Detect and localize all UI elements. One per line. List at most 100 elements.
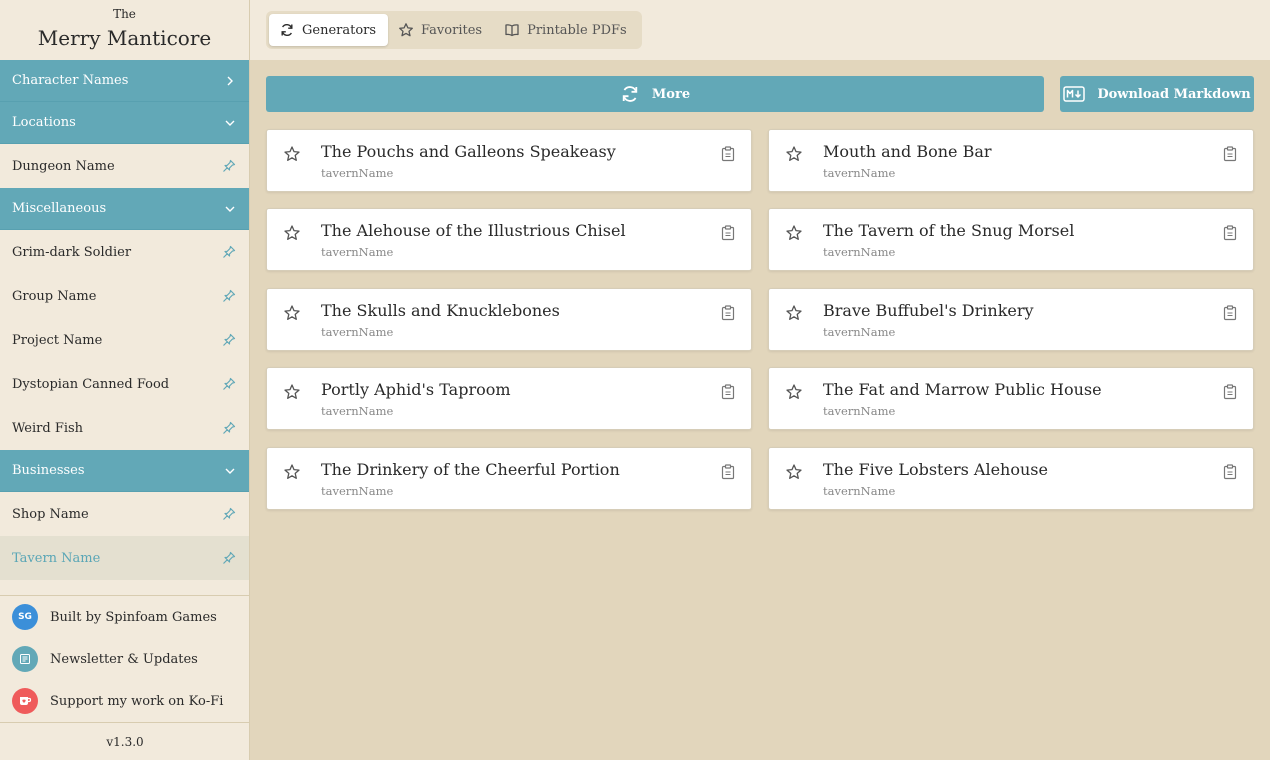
star-icon[interactable] [283, 145, 301, 163]
result-name: Portly Aphid's Taproom [321, 380, 511, 399]
pin-icon[interactable] [221, 158, 237, 174]
result-type: tavernName [823, 325, 896, 339]
book-icon [505, 24, 519, 37]
tab-label: Printable PDFs [527, 22, 627, 38]
result-card[interactable]: The Drinkery of the Cheerful Portion tav… [266, 447, 752, 510]
result-card[interactable]: The Five Lobsters Alehouse tavernName [768, 447, 1254, 510]
sidebar-footer: SG Built by Spinfoam Games Newsletter & … [0, 595, 250, 722]
star-icon[interactable] [283, 463, 301, 481]
section-label: Businesses [12, 463, 85, 478]
star-icon[interactable] [283, 304, 301, 322]
footer-link-label: Built by Spinfoam Games [50, 609, 217, 625]
download-markdown-button[interactable]: Download Markdown [1060, 76, 1254, 112]
sidebar-item-label: Weird Fish [12, 420, 84, 436]
star-icon[interactable] [283, 383, 301, 401]
result-type: tavernName [823, 404, 896, 418]
star-icon[interactable] [785, 463, 803, 481]
clipboard-icon[interactable] [721, 464, 735, 480]
section-character-names[interactable]: Character Names [0, 60, 249, 102]
clipboard-icon[interactable] [721, 146, 735, 162]
pin-icon[interactable] [221, 506, 237, 522]
chevron-down-icon [223, 202, 237, 216]
pin-icon[interactable] [221, 420, 237, 436]
star-icon[interactable] [785, 304, 803, 322]
pin-icon[interactable] [221, 550, 237, 566]
sidebar-item-project-name[interactable]: Project Name [0, 318, 249, 362]
result-card[interactable]: Mouth and Bone Bar tavernName [768, 129, 1254, 192]
star-icon[interactable] [283, 224, 301, 242]
more-button[interactable]: More [266, 76, 1044, 112]
result-type: tavernName [321, 245, 394, 259]
clipboard-icon[interactable] [1223, 225, 1237, 241]
result-name: The Drinkery of the Cheerful Portion [321, 460, 620, 479]
newsletter-icon [12, 646, 38, 672]
tab-printable-pdfs[interactable]: Printable PDFs [494, 14, 639, 46]
result-type: tavernName [321, 484, 394, 498]
result-card[interactable]: The Pouchs and Galleons Speakeasy tavern… [266, 129, 752, 192]
view-tabs: Generators Favorites Printable PDFs [266, 11, 642, 49]
star-icon[interactable] [785, 224, 803, 242]
section-miscellaneous[interactable]: Miscellaneous [0, 188, 249, 230]
chevron-down-icon [223, 464, 237, 478]
clipboard-icon[interactable] [1223, 384, 1237, 400]
section-locations[interactable]: Locations [0, 102, 249, 144]
result-name: The Five Lobsters Alehouse [823, 460, 1048, 479]
sidebar-item-tavern-name[interactable]: Tavern Name [0, 536, 249, 580]
pin-icon[interactable] [221, 332, 237, 348]
result-type: tavernName [321, 404, 394, 418]
footer-link-label: Newsletter & Updates [50, 651, 198, 667]
result-type: tavernName [823, 166, 896, 180]
chevron-down-icon [223, 116, 237, 130]
result-card[interactable]: Brave Buffubel's Drinkery tavernName [768, 288, 1254, 351]
sidebar-item-dungeon-name[interactable]: Dungeon Name [0, 144, 249, 188]
result-type: tavernName [321, 166, 394, 180]
pin-icon[interactable] [221, 244, 237, 260]
clipboard-icon[interactable] [721, 384, 735, 400]
result-name: Brave Buffubel's Drinkery [823, 301, 1034, 320]
star-icon[interactable] [785, 145, 803, 163]
result-card[interactable]: Portly Aphid's Taproom tavernName [266, 367, 752, 430]
sidebar-item-grim-dark-soldier[interactable]: Grim-dark Soldier [0, 230, 249, 274]
result-name: The Tavern of the Snug Morsel [823, 221, 1075, 240]
result-name: Mouth and Bone Bar [823, 142, 992, 161]
star-icon[interactable] [785, 383, 803, 401]
footer-link-label: Support my work on Ko-Fi [50, 693, 224, 709]
result-type: tavernName [321, 325, 394, 339]
brand-prefix: The [113, 7, 136, 21]
clipboard-icon[interactable] [1223, 464, 1237, 480]
result-type: tavernName [823, 245, 896, 259]
markdown-icon [1063, 86, 1086, 102]
tab-favorites[interactable]: Favorites [388, 14, 494, 46]
sidebar-item-group-name[interactable]: Group Name [0, 274, 249, 318]
newsletter-link[interactable]: Newsletter & Updates [0, 638, 250, 680]
section-businesses[interactable]: Businesses [0, 450, 249, 492]
kofi-link[interactable]: Support my work on Ko-Fi [0, 680, 250, 722]
spinfoam-link[interactable]: SG Built by Spinfoam Games [0, 596, 250, 638]
clipboard-icon[interactable] [1223, 146, 1237, 162]
result-card[interactable]: The Fat and Marrow Public House tavernNa… [768, 367, 1254, 430]
result-name: The Pouchs and Galleons Speakeasy [321, 142, 616, 161]
brand-name: Merry Manticore [37, 26, 212, 50]
result-card[interactable]: The Alehouse of the Illustrious Chisel t… [266, 208, 752, 271]
clipboard-icon[interactable] [721, 305, 735, 321]
download-button-label: Download Markdown [1097, 86, 1251, 102]
star-icon [399, 23, 413, 37]
result-card[interactable]: The Tavern of the Snug Morsel tavernName [768, 208, 1254, 271]
section-label: Miscellaneous [12, 201, 107, 216]
clipboard-icon[interactable] [721, 225, 735, 241]
sidebar-item-label: Group Name [12, 288, 97, 304]
brand[interactable]: The Merry Manticore [0, 0, 249, 60]
tab-generators[interactable]: Generators [269, 14, 389, 46]
result-card[interactable]: The Skulls and Knucklebones tavernName [266, 288, 752, 351]
clipboard-icon[interactable] [1223, 305, 1237, 321]
top-bar: Generators Favorites Printable PDFs [250, 0, 1270, 60]
sidebar-item-label: Dungeon Name [12, 158, 115, 174]
version-label: v1.3.0 [0, 722, 250, 760]
sidebar-item-label: Dystopian Canned Food [12, 376, 170, 392]
sidebar-item-dystopian-canned-food[interactable]: Dystopian Canned Food [0, 362, 249, 406]
sidebar-item-shop-name[interactable]: Shop Name [0, 492, 249, 536]
result-name: The Fat and Marrow Public House [823, 380, 1102, 399]
pin-icon[interactable] [221, 376, 237, 392]
sidebar-item-weird-fish[interactable]: Weird Fish [0, 406, 249, 450]
pin-icon[interactable] [221, 288, 237, 304]
